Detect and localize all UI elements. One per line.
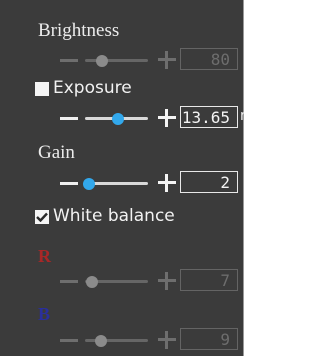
blue-channel-label: B [38, 304, 51, 324]
gain-slider-thumb[interactable] [83, 178, 95, 190]
exposure-value-field[interactable]: 13.65 [180, 106, 238, 128]
gain-decrease-button[interactable] [60, 182, 78, 185]
camera-settings-panel: Brightness 80 Exposure 13.65 m Gain 2 Wh… [0, 0, 244, 356]
gain-value-field[interactable]: 2 [180, 171, 238, 193]
exposure-decrease-button[interactable] [60, 117, 78, 120]
blue-value: 9 [220, 329, 230, 349]
red-decrease-button[interactable] [60, 280, 78, 283]
brightness-decrease-button[interactable] [60, 59, 78, 62]
blue-increase-button[interactable] [158, 331, 176, 349]
blue-slider-thumb[interactable] [95, 335, 107, 347]
blue-value-field[interactable]: 9 [180, 328, 238, 350]
red-increase-button[interactable] [158, 272, 176, 290]
brightness-label: Brightness [38, 20, 120, 41]
blue-decrease-button[interactable] [60, 339, 78, 342]
white-balance-checkbox[interactable] [35, 210, 49, 224]
red-value-field[interactable]: 7 [180, 269, 238, 291]
brightness-slider-track[interactable] [85, 59, 148, 62]
exposure-label: Exposure [53, 78, 132, 98]
white-balance-label: White balance [53, 206, 175, 226]
exposure-increase-button[interactable] [158, 109, 176, 127]
exposure-checkbox[interactable] [35, 82, 49, 96]
exposure-value: 13.65 [181, 107, 230, 127]
exposure-unit-fragment: m [240, 108, 244, 124]
brightness-value-field[interactable]: 80 [180, 48, 238, 70]
brightness-increase-button[interactable] [158, 51, 176, 69]
gain-value: 2 [220, 172, 230, 192]
brightness-slider-thumb[interactable] [96, 55, 108, 67]
exposure-slider-thumb[interactable] [112, 113, 124, 125]
red-slider-thumb[interactable] [86, 276, 98, 288]
brightness-value: 80 [210, 49, 230, 69]
gain-increase-button[interactable] [158, 174, 176, 192]
red-value: 7 [220, 270, 230, 290]
gain-label: Gain [38, 142, 75, 163]
red-channel-label: R [38, 246, 51, 266]
checkmark-icon [36, 212, 48, 222]
